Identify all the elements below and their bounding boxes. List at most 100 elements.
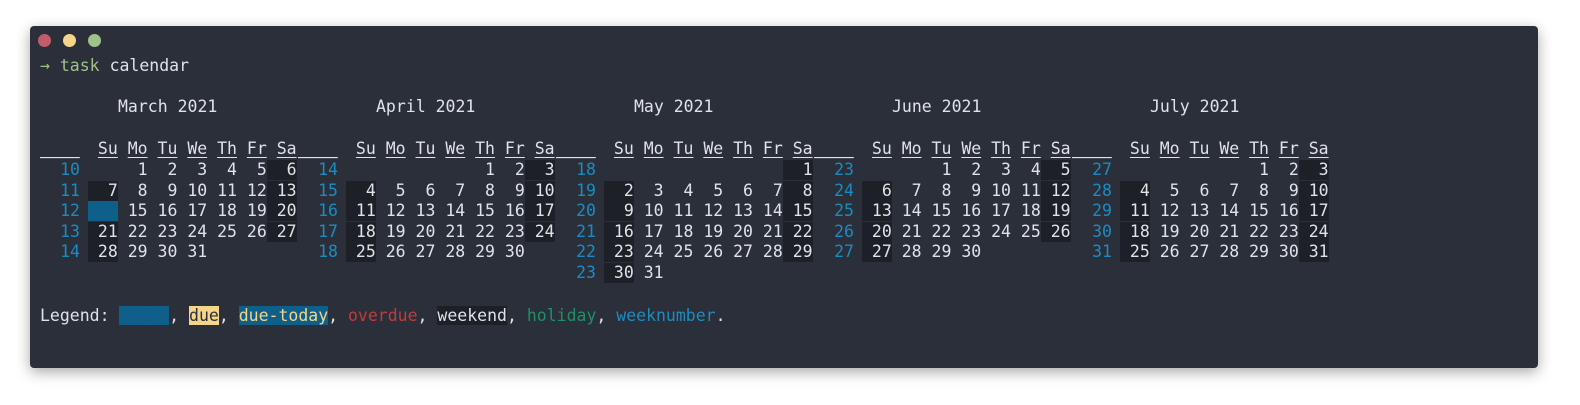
day-cell: 16 <box>961 201 982 221</box>
day-cell: 17 <box>643 221 664 241</box>
day-cell: 18 <box>1020 201 1041 221</box>
day-cell: 25 <box>346 242 376 263</box>
day-header-th: Th <box>475 139 495 158</box>
day-cell: 3 <box>1298 160 1329 180</box>
day-cell: 25 <box>1120 242 1150 263</box>
week-number: 23 <box>576 263 596 282</box>
week-number: 31 <box>1092 242 1112 262</box>
prompt-arrow-icon: → <box>40 56 50 75</box>
day-cell: 24 <box>524 221 555 242</box>
week-number: 14 <box>60 242 80 262</box>
day-cell: 16 <box>1278 201 1299 221</box>
day-cell: 7 <box>1229 180 1240 200</box>
day-cell: 14 <box>88 201 118 222</box>
day-cell: 12 <box>1040 180 1071 201</box>
week-number: 29 <box>1092 201 1112 221</box>
month-title: June 2021 <box>892 97 982 116</box>
legend-weekend: weekend <box>437 306 507 325</box>
day-cell: 2 <box>604 180 634 201</box>
day-cell: 29 <box>1249 242 1269 262</box>
day-header-su: Su <box>871 139 892 158</box>
day-cell: 24 <box>187 221 208 241</box>
legend-separator: , <box>417 306 438 325</box>
month-title: March 2021 <box>118 97 218 116</box>
close-window-button[interactable] <box>38 34 51 47</box>
day-cell: 12 <box>385 201 406 221</box>
legend-holiday: holiday <box>526 306 597 325</box>
day-cell: 5 <box>1169 180 1180 200</box>
day-cell: 21 <box>901 221 922 241</box>
day-cell: 13 <box>862 201 892 222</box>
day-cell: 25 <box>1020 221 1041 241</box>
day-cell: 5 <box>256 160 267 179</box>
command-args: calendar <box>109 56 190 75</box>
day-header-we: We <box>1219 139 1240 158</box>
week-number: 10 <box>60 160 80 179</box>
day-cell: 2 <box>167 160 178 179</box>
day-cell: 26 <box>246 221 267 241</box>
day-cell: 23 <box>604 242 634 263</box>
day-header-fr: Fr <box>762 139 783 158</box>
day-cell: 24 <box>1298 221 1329 242</box>
day-cell: 22 <box>475 221 495 241</box>
day-cell: 16 <box>604 221 634 242</box>
day-cell: 2 <box>971 160 982 179</box>
day-cell: 13 <box>266 180 297 201</box>
day-cell: 11 <box>217 180 237 200</box>
day-cell: 3 <box>197 160 208 179</box>
day-cell: 1 <box>1259 160 1269 179</box>
day-cell: 6 <box>1199 180 1210 200</box>
day-cell: 1 <box>782 160 813 180</box>
day-cell: 23 <box>504 221 525 241</box>
day-cell: 12 <box>246 180 267 200</box>
day-cell: 26 <box>703 242 724 262</box>
day-header-sa: Sa <box>792 139 813 158</box>
day-cell: 9 <box>971 180 982 200</box>
day-cell: 19 <box>385 221 406 241</box>
day-cell: 8 <box>1259 180 1269 200</box>
day-cell: 11 <box>673 201 694 221</box>
day-cell: 14 <box>1219 201 1240 221</box>
maximize-window-button[interactable] <box>88 34 101 47</box>
day-cell: 16 <box>504 201 525 221</box>
day-cell: 20 <box>862 221 892 242</box>
day-cell: 29 <box>475 242 495 262</box>
day-cell: 20 <box>1189 221 1210 241</box>
day-cell: 26 <box>1159 242 1180 262</box>
day-header-tu: Tu <box>415 139 436 158</box>
day-cell: 30 <box>157 242 178 262</box>
week-number: 22 <box>576 242 596 262</box>
day-cell: 8 <box>782 180 813 201</box>
day-cell: 5 <box>1040 160 1071 180</box>
day-header-su: Su <box>97 139 118 158</box>
week-number: 24 <box>834 180 854 200</box>
day-cell: 31 <box>1298 242 1329 263</box>
day-cell: 29 <box>782 242 813 263</box>
day-cell: 21 <box>1219 221 1240 241</box>
day-cell: 9 <box>604 201 634 222</box>
day-cell: 4 <box>227 160 237 179</box>
week-number: 25 <box>834 201 854 221</box>
day-cell: 21 <box>88 221 118 242</box>
day-header-tu: Tu <box>157 139 178 158</box>
day-cell: 28 <box>88 242 118 263</box>
day-cell: 18 <box>346 221 376 242</box>
command-line: → task calendar <box>40 56 189 76</box>
day-cell: 30 <box>1278 242 1299 262</box>
week-column-header: ____ <box>556 139 596 158</box>
day-cell: 7 <box>88 180 118 201</box>
day-cell: 21 <box>762 221 783 241</box>
day-cell: 8 <box>137 180 148 200</box>
day-cell: 11 <box>346 201 376 222</box>
minimize-window-button[interactable] <box>63 34 76 47</box>
day-cell: 30 <box>604 263 634 283</box>
week-number: 27 <box>834 242 854 262</box>
day-header-sa: Sa <box>534 139 555 158</box>
day-cell: 30 <box>961 242 982 262</box>
day-cell: 10 <box>524 180 555 201</box>
week-number: 26 <box>834 221 854 241</box>
day-cell: 27 <box>415 242 436 262</box>
day-header-we: We <box>187 139 208 158</box>
day-cell: 28 <box>901 242 922 262</box>
legend: Legend: today, due, due-today, overdue, … <box>40 306 726 326</box>
